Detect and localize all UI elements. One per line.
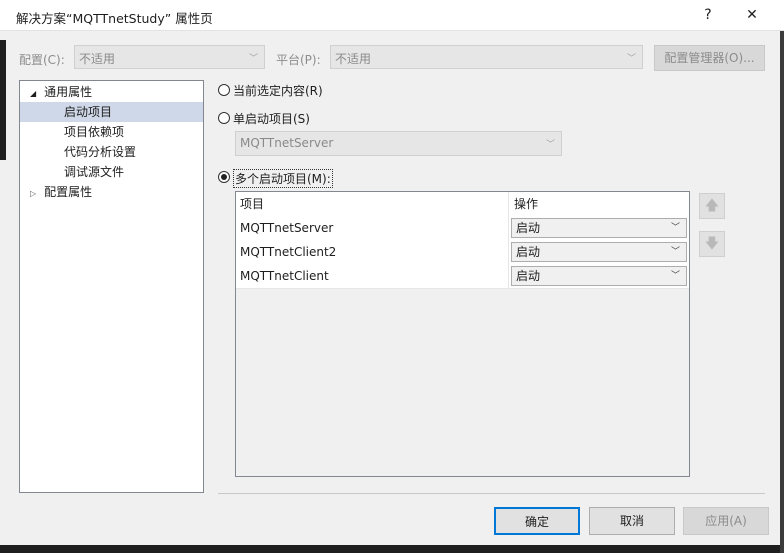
help-button[interactable]: ? [688, 0, 728, 31]
single-startup-combo[interactable]: MQTTnetServer ﹀ [235, 131, 562, 156]
single-startup-label: 单启动项目(S) [233, 112, 310, 126]
table-row[interactable]: MQTTnetClient 启动 ﹀ [236, 264, 689, 289]
radio-current-selection[interactable] [218, 84, 230, 96]
row-project: MQTTnetServer [240, 221, 334, 235]
tree-label: 启动项目 [64, 105, 113, 119]
row-project: MQTTnetClient2 [240, 245, 337, 259]
grid-header: 项目 操作 [236, 192, 689, 217]
property-tree: ◢ 通用属性 启动项目 项目依赖项 代码分析设置 调试源文件 ▷ 配置属性 [19, 80, 204, 493]
window-title: 解决方案“MQTTnetStudy” 属性页 [16, 11, 213, 26]
window-right-edge [780, 0, 784, 553]
config-value: 不适用 [79, 52, 116, 66]
close-button[interactable]: ✕ [732, 0, 772, 31]
action-value: 启动 [516, 221, 541, 235]
action-dropdown[interactable]: 启动 ﹀ [511, 266, 687, 286]
platform-label: 平台(P): [276, 53, 321, 67]
chevron-down-icon: ﹀ [545, 140, 555, 150]
column-divider [508, 264, 509, 288]
tree-label: 配置属性 [44, 185, 93, 199]
background-editor-bottom [0, 545, 784, 553]
apply-button[interactable]: 应用(A) [683, 507, 769, 535]
background-editor-edge [0, 40, 6, 160]
action-dropdown[interactable]: 启动 ﹀ [511, 218, 687, 238]
move-up-button[interactable]: 🡅 [699, 193, 725, 219]
ok-button[interactable]: 确定 [494, 507, 580, 535]
tree-item-debug-source[interactable]: 调试源文件 [64, 162, 124, 182]
move-down-button[interactable]: 🡇 [699, 231, 725, 257]
tree-item-startup-project[interactable]: 启动项目 [20, 102, 203, 122]
arrow-up-icon: 🡅 [704, 198, 720, 214]
tree-label: 通用属性 [44, 85, 93, 99]
title-bar: 解决方案“MQTTnetStudy” 属性页 ? ✕ [0, 0, 784, 31]
collapsed-triangle-icon: ▷ [30, 189, 37, 198]
action-value: 启动 [516, 269, 541, 283]
tree-item-project-deps[interactable]: 项目依赖项 [64, 122, 124, 142]
startup-projects-grid: 项目 操作 MQTTnetServer 启动 ﹀ MQTTnetClient2 … [235, 191, 690, 477]
column-divider [508, 192, 509, 216]
expanded-triangle-icon: ◢ [30, 89, 37, 98]
current-selection-label: 当前选定内容(R) [233, 84, 323, 98]
cancel-button[interactable]: 取消 [589, 507, 675, 535]
column-divider [508, 240, 509, 264]
table-row[interactable]: MQTTnetClient2 启动 ﹀ [236, 240, 689, 265]
chevron-down-icon: ﹀ [670, 247, 680, 257]
action-dropdown[interactable]: 启动 ﹀ [511, 242, 687, 262]
chevron-down-icon: ﹀ [626, 54, 636, 64]
table-row[interactable]: MQTTnetServer 启动 ﹀ [236, 216, 689, 241]
platform-value: 不适用 [335, 52, 372, 66]
column-header-project: 项目 [240, 197, 265, 211]
radio-multiple-startup[interactable] [218, 171, 230, 183]
tree-item-common-props[interactable]: ◢ 通用属性 [30, 82, 92, 102]
config-combo[interactable]: 不适用 ﹀ [74, 45, 265, 69]
chevron-down-icon: ﹀ [670, 271, 680, 281]
arrow-down-icon: 🡇 [704, 236, 720, 252]
row-project: MQTTnetClient [240, 269, 329, 283]
column-divider [508, 216, 509, 240]
multiple-startup-label: 多个启动项目(M): [233, 169, 333, 188]
radio-single-startup[interactable] [218, 112, 230, 124]
config-label: 配置(C): [19, 53, 65, 67]
single-startup-value: MQTTnetServer [240, 136, 334, 150]
chevron-down-icon: ﹀ [670, 223, 680, 233]
separator [218, 493, 765, 494]
chevron-down-icon: ﹀ [248, 54, 258, 64]
config-manager-button[interactable]: 配置管理器(O)... [654, 45, 765, 71]
platform-combo[interactable]: 不适用 ﹀ [330, 45, 643, 69]
action-value: 启动 [516, 245, 541, 259]
column-header-action: 操作 [514, 197, 539, 211]
tree-item-config-props[interactable]: ▷ 配置属性 [30, 182, 92, 202]
radio-dot [221, 174, 227, 180]
tree-item-code-analysis[interactable]: 代码分析设置 [64, 142, 136, 162]
